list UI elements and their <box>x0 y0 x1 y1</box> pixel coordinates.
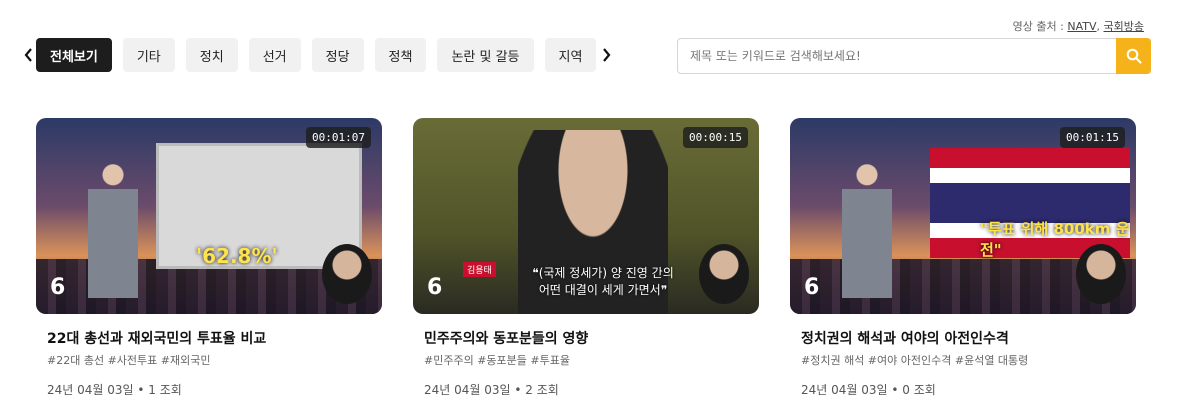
video-meta: 24년 04월 03일 • 0 조회 <box>801 383 936 397</box>
video-duration: 00:00:15 <box>683 127 748 148</box>
video-title[interactable]: 22대 총선과 재외국민의 투표율 비교 <box>47 328 382 348</box>
channel-logo: 6 <box>427 275 443 300</box>
tab-all[interactable]: 전체보기 <box>36 38 112 72</box>
video-tags: #정치권 해석 #여야 아전인수격 #윤석열 대통령 <box>801 354 1029 367</box>
source-link-natv[interactable]: NATV <box>1067 20 1096 33</box>
video-thumbnail[interactable]: '62.8%' 6 00:01:07 <box>36 118 382 314</box>
chevron-right-icon <box>603 48 611 62</box>
source-label: 영상 출처 : <box>1012 20 1064 33</box>
search-button[interactable] <box>1116 38 1151 74</box>
search-input[interactable] <box>678 39 1116 73</box>
video-tags: #민주주의 #동포분들 #투표율 <box>424 354 570 367</box>
thumbnail-caption: ❝(국제 정세가) 양 진영 간의 어떤 대결이 세게 가면서❞ <box>532 266 674 297</box>
video-title[interactable]: 정치권의 해석과 여야의 아전인수격 <box>801 328 1136 348</box>
video-meta: 24년 04월 03일 • 1 조회 <box>47 383 182 397</box>
video-thumbnail[interactable]: "투표 위해 800km 운전" 6 00:01:15 <box>790 118 1136 314</box>
scroll-right-button[interactable] <box>598 38 614 72</box>
tab-politics[interactable]: 정치 <box>185 38 238 72</box>
video-card[interactable]: "투표 위해 800km 운전" 6 00:01:15 정치권의 해석과 여야의… <box>790 118 1136 398</box>
source-link-gukhoe[interactable]: 국회방송 <box>1104 20 1144 33</box>
video-duration: 00:01:07 <box>306 127 371 148</box>
tab-policy[interactable]: 정책 <box>374 38 427 72</box>
tab-etc[interactable]: 기타 <box>122 38 175 72</box>
video-duration: 00:01:15 <box>1060 127 1125 148</box>
video-card[interactable]: 김용태 ❝(국제 정세가) 양 진영 간의 어떤 대결이 세게 가면서❞ 6 0… <box>413 118 759 398</box>
video-tags: #22대 총선 #사전투표 #재외국민 <box>47 354 211 367</box>
tab-controversy[interactable]: 논란 및 갈등 <box>437 38 534 72</box>
tab-party[interactable]: 정당 <box>311 38 364 72</box>
video-list: '62.8%' 6 00:01:07 22대 총선과 재외국민의 투표율 비교 … <box>36 118 1136 398</box>
category-tabbar: 전체보기 기타 정치 선거 정당 정책 논란 및 갈등 지역 <box>20 38 614 72</box>
sign-language-interpreter <box>1076 244 1126 304</box>
video-card[interactable]: '62.8%' 6 00:01:07 22대 총선과 재외국민의 투표율 비교 … <box>36 118 382 398</box>
tab-election[interactable]: 선거 <box>248 38 301 72</box>
thumbnail-overlay-text: '62.8%' <box>196 244 278 268</box>
channel-logo: 6 <box>50 275 66 300</box>
search-icon <box>1126 48 1142 64</box>
channel-logo: 6 <box>804 275 820 300</box>
tab-region[interactable]: 지역 <box>544 38 597 72</box>
search-bar <box>677 38 1151 74</box>
video-title[interactable]: 민주주의와 동포분들의 영향 <box>424 328 759 348</box>
scroll-left-button[interactable] <box>20 38 36 72</box>
sign-language-interpreter <box>699 244 749 304</box>
sign-language-interpreter <box>322 244 372 304</box>
video-meta: 24년 04월 03일 • 2 조회 <box>424 383 559 397</box>
video-source: 영상 출처 : NATV, 국회방송 <box>1012 20 1144 33</box>
video-thumbnail[interactable]: 김용태 ❝(국제 정세가) 양 진영 간의 어떤 대결이 세게 가면서❞ 6 0… <box>413 118 759 314</box>
chevron-left-icon <box>24 48 32 62</box>
